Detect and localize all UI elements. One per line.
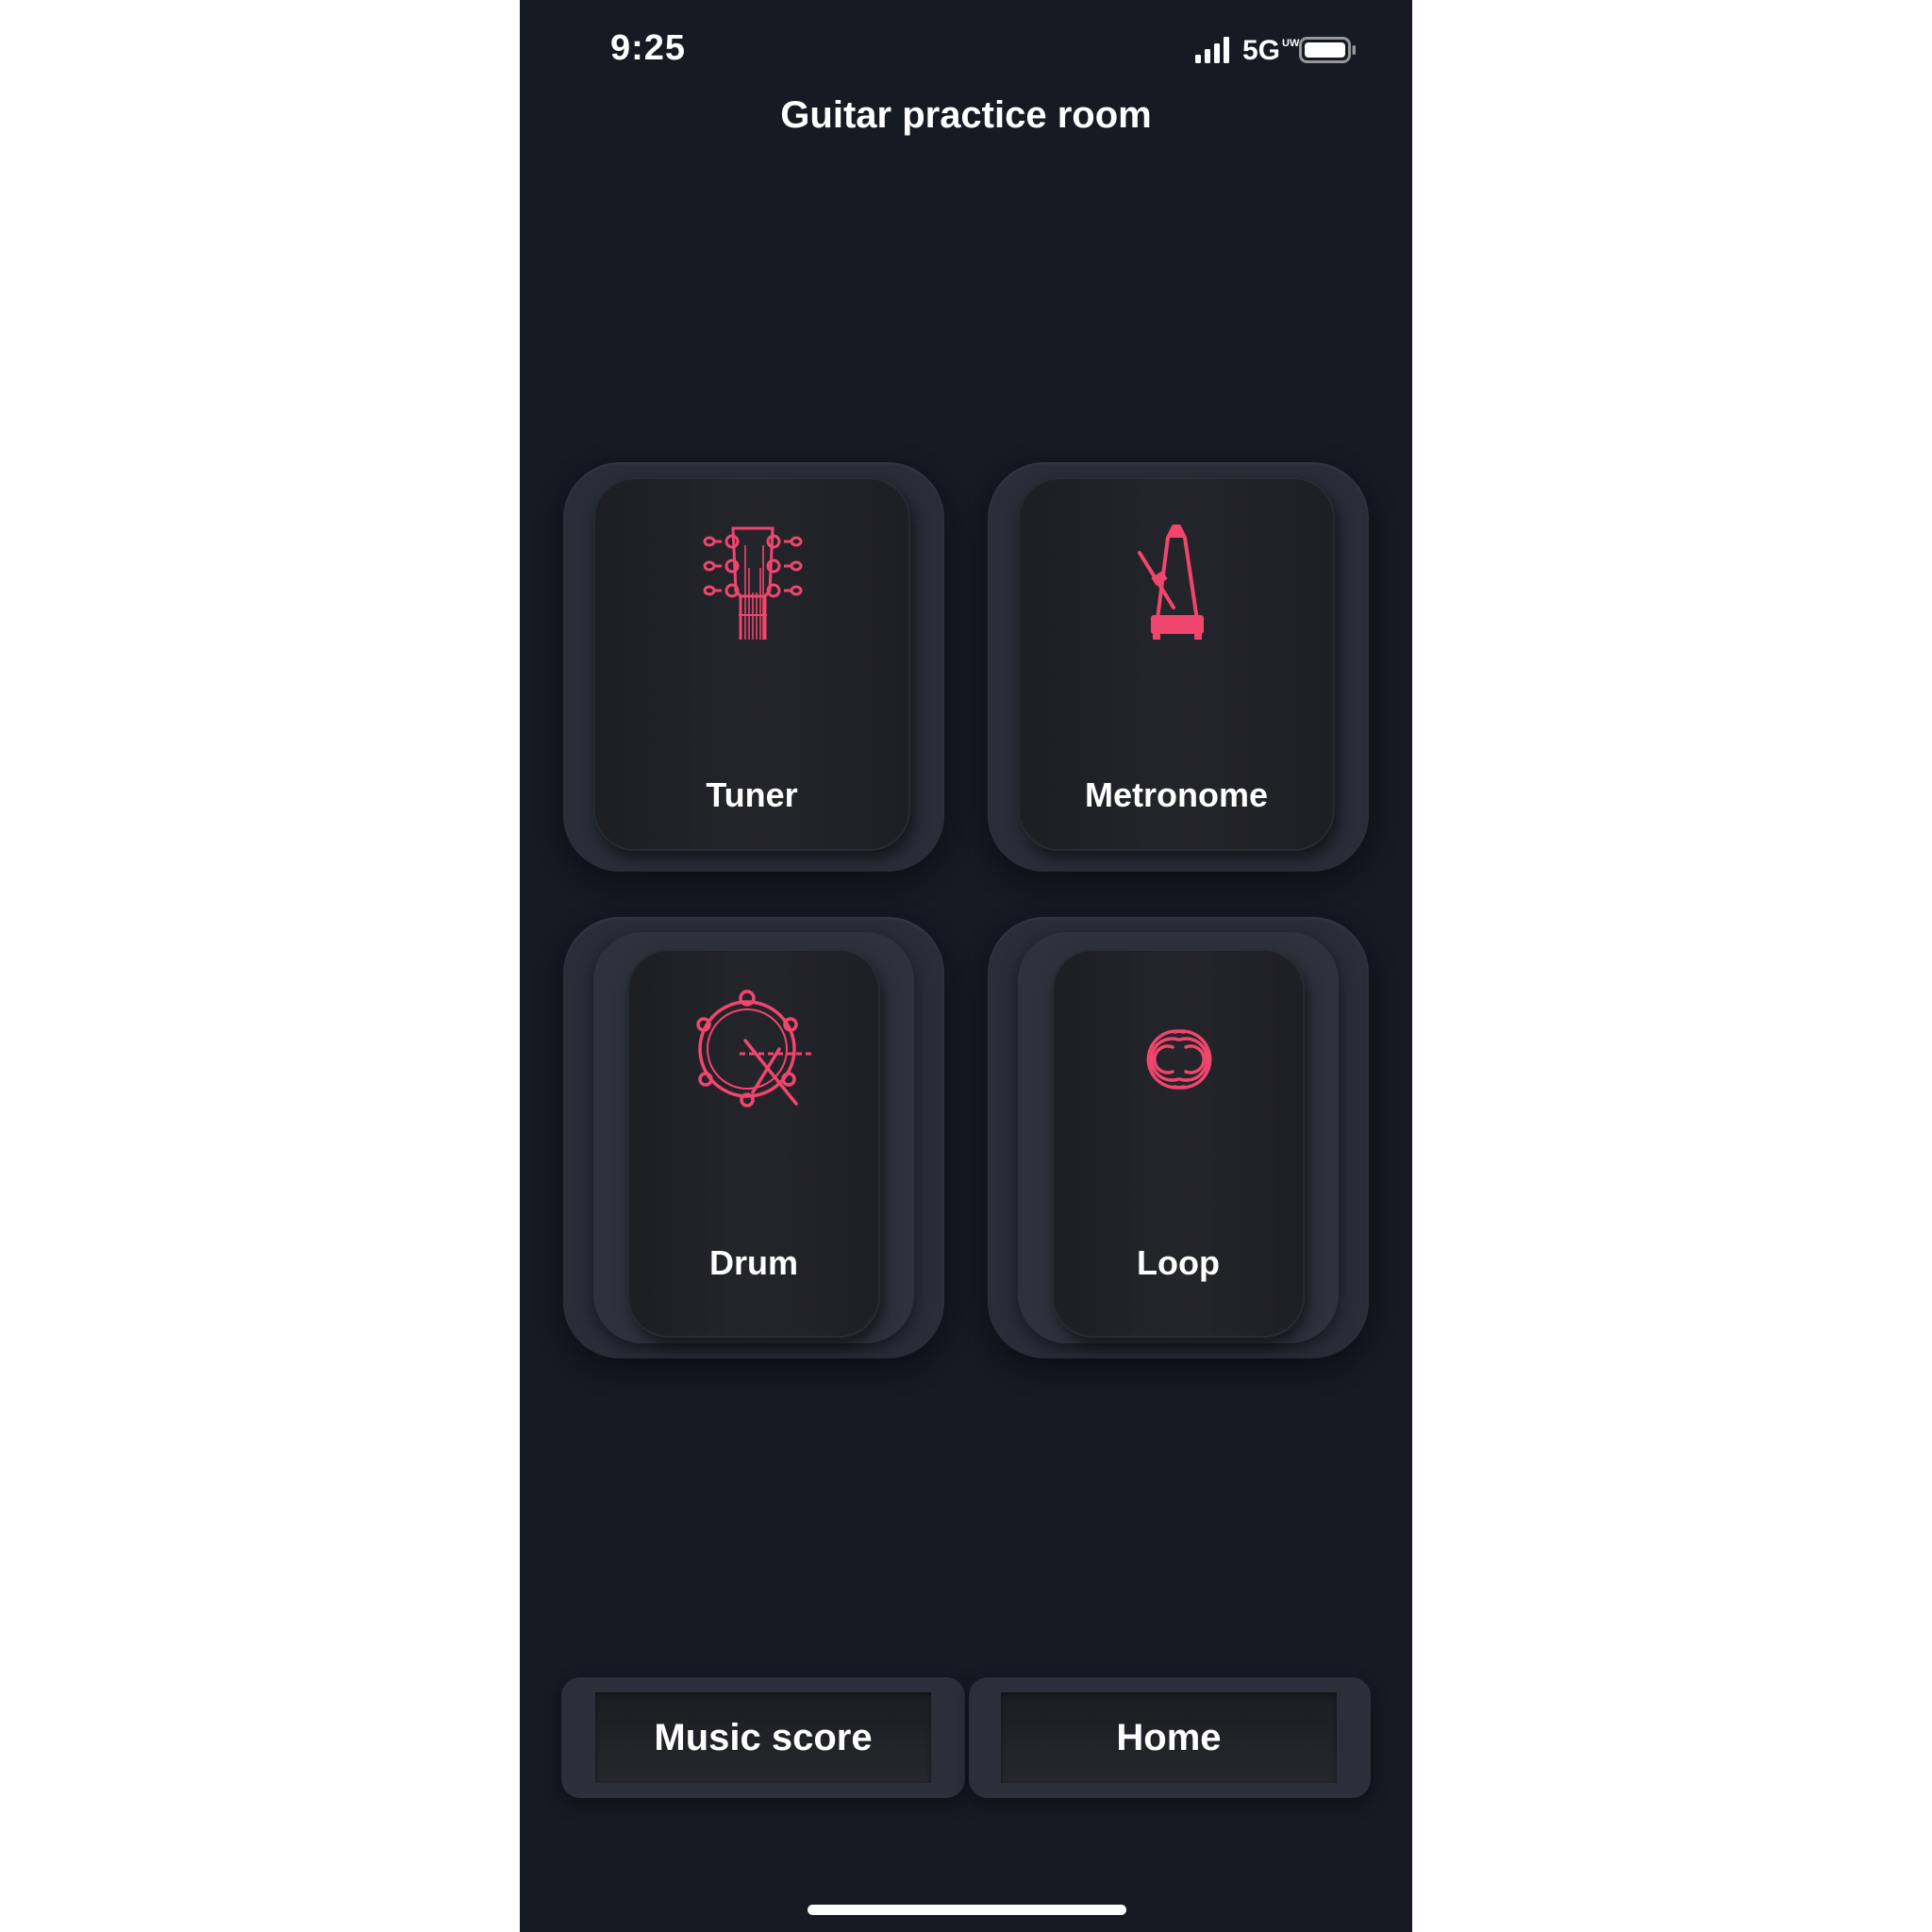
drum-tile-face[interactable]: Drum bbox=[627, 949, 880, 1338]
metronome-label: Metronome bbox=[1084, 775, 1268, 814]
drum-tile[interactable]: Drum bbox=[563, 917, 944, 1358]
loop-icon bbox=[1146, 1029, 1212, 1090]
metronome-icon bbox=[1138, 525, 1204, 640]
loop-label: Loop bbox=[1137, 1243, 1220, 1282]
home-indicator[interactable] bbox=[808, 1905, 1126, 1915]
home-label: Home bbox=[1116, 1717, 1222, 1758]
network-superscript: UW bbox=[1282, 38, 1300, 49]
tuner-tile-face[interactable]: Tuner bbox=[593, 477, 910, 851]
page-title: Guitar practice room bbox=[780, 94, 1152, 136]
signal-icon bbox=[1195, 37, 1229, 63]
tuner-tile[interactable]: Tuner bbox=[563, 462, 944, 872]
loop-tile[interactable]: Loop bbox=[988, 917, 1369, 1358]
metronome-tile-face[interactable]: Metronome bbox=[1018, 477, 1335, 851]
status-time: 9:25 bbox=[610, 28, 687, 68]
metronome-tile[interactable]: Metronome bbox=[988, 462, 1369, 872]
loop-tile-bezel: Loop bbox=[1018, 932, 1339, 1343]
guitar-headstock-icon bbox=[703, 526, 803, 640]
loop-tile-face[interactable]: Loop bbox=[1052, 949, 1305, 1338]
music-score-button-face[interactable]: Music score bbox=[595, 1692, 931, 1783]
network-label: 5G bbox=[1242, 35, 1281, 66]
drum-tile-bezel: Drum bbox=[593, 932, 914, 1343]
home-button[interactable]: Home bbox=[969, 1677, 1371, 1798]
phone-screen: 9:25 5G UW Guitar practice room Tuner Me… bbox=[520, 0, 1412, 1932]
music-score-button[interactable]: Music score bbox=[561, 1677, 965, 1798]
tuner-label: Tuner bbox=[706, 775, 798, 814]
drum-label: Drum bbox=[708, 1243, 798, 1282]
home-button-face[interactable]: Home bbox=[1001, 1692, 1337, 1783]
battery-icon bbox=[1299, 37, 1356, 63]
music-score-label: Music score bbox=[654, 1717, 873, 1758]
status-bar: 9:25 5G UW bbox=[520, 0, 1412, 94]
drum-icon bbox=[696, 990, 811, 1108]
